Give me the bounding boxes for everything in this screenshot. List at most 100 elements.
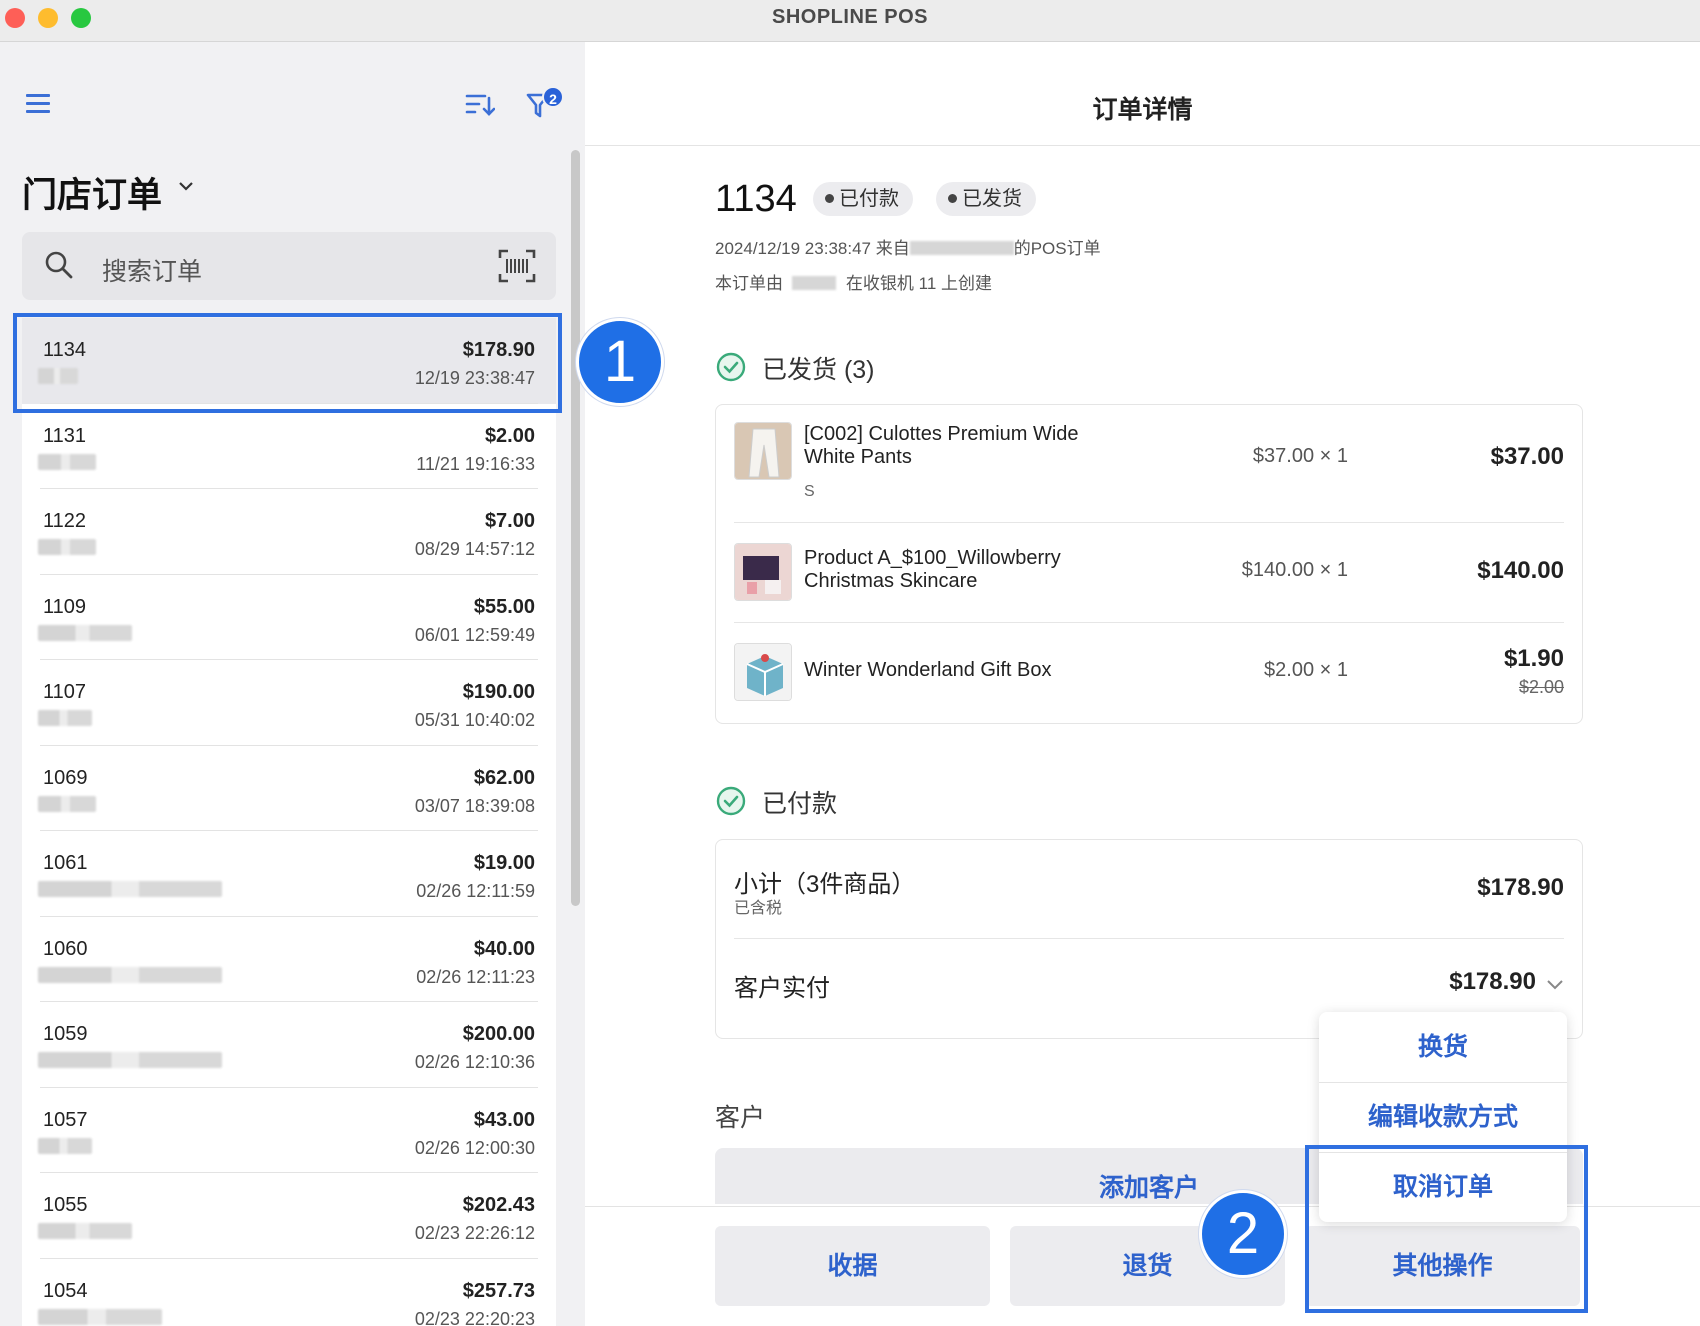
order-number: 1069 [43,766,88,789]
search-order-field[interactable]: 搜索订单 [22,232,556,300]
order-datetime: 11/21 19:16:33 [416,453,535,474]
product-thumbnail [734,543,792,601]
shipped-status-badge: 已发货 [936,182,1036,216]
check-circle-icon [716,352,746,382]
order-datetime: 08/29 14:57:12 [414,539,535,559]
check-circle-icon [716,786,746,816]
order-number: 1060 [43,937,88,960]
line-item[interactable]: Winter Wonderland Gift Box $2.00 × 1 $1.… [734,623,1564,723]
shipped-section-title: 已发货 (3) [762,356,875,384]
order-amount: $257.73 [462,1279,535,1302]
line-item[interactable]: [C002] Culottes Premium Wide White Pants… [734,405,1564,523]
customer-paid-value[interactable]: $178.90 [1449,968,1536,996]
order-creator-line: 本订单由 在收银机 11 上创建 [715,269,992,294]
order-row[interactable]: 1055 $202.43 02/23 22:26:12 [22,1173,556,1259]
order-creator-prefix: 本订单由 [715,274,783,293]
orders-sidebar: 2 门店订单 搜索订单 1134 $178.90 12/19 23:38:47 [0,42,585,1326]
order-row[interactable]: 1109 $55.00 06/01 12:59:49 [22,574,556,660]
order-list-scrollbar[interactable] [571,150,580,906]
item-unit-qty: $2.00 × 1 [1264,659,1348,681]
paid-status-badge: 已付款 [813,182,913,216]
shipped-items-card: [C002] Culottes Premium Wide White Pants… [715,404,1583,724]
menu-icon[interactable] [26,94,50,114]
item-total: $1.90 [1503,645,1564,672]
product-thumbnail [734,422,792,480]
order-amount: $55.00 [473,595,535,618]
order-datetime: 02/26 12:10:36 [414,1052,535,1072]
line-item[interactable]: Product A_$100_Willowberry Christmas Ski… [734,523,1564,623]
redacted-customer [38,795,96,812]
order-list: 1134 $178.90 12/19 23:38:47 1131 $2.00 1… [22,318,556,1326]
step-2-badge: 2 [1199,1190,1287,1278]
order-row[interactable]: 1069 $62.00 03/07 18:39:08 [22,745,556,831]
order-number: 1131 [43,424,87,447]
order-source-prefix: 2024/12/19 23:38:47 来自 [715,239,910,258]
item-unit-qty: $140.00 × 1 [1241,559,1348,581]
order-amount: $202.43 [462,1194,535,1216]
order-datetime: 02/26 12:11:23 [416,966,535,987]
order-datetime: 03/07 18:39:08 [414,795,535,816]
order-row[interactable]: 1057 $43.00 02/26 12:00:30 [22,1087,556,1173]
redacted-customer [38,1308,162,1325]
redacted-customer [38,453,96,470]
order-number: 1107 [43,681,87,703]
chevron-down-icon[interactable] [1546,978,1564,990]
item-unit-qty: $37.00 × 1 [1252,445,1348,467]
order-row[interactable]: 1060 $40.00 02/26 12:11:23 [22,916,556,1002]
order-amount: $7.00 [484,510,535,532]
receipt-button[interactable]: 收据 [715,1226,990,1306]
order-amount: $200.00 [462,1023,535,1045]
step-1-badge: 1 [576,318,664,406]
detail-header: 订单详情 [585,42,1700,146]
store-orders-title[interactable]: 门店订单 [22,167,162,218]
window-titlebar: SHOPLINE POS [0,0,1700,42]
order-row[interactable]: 1054 $257.73 02/23 22:20:23 [22,1258,556,1326]
order-number: 1054 [43,1279,88,1302]
redacted-customer [38,1052,222,1068]
selected-order-highlight [13,313,562,413]
barcode-scan-icon[interactable] [498,249,536,283]
order-amount: $40.00 [473,937,535,960]
order-source-line: 2024/12/19 23:38:47 来自 的POS订单 [715,234,1101,259]
item-variant: S [804,483,815,500]
filter-count-badge: 2 [542,86,564,108]
redacted-customer [38,624,132,641]
payment-card: 小计（3件商品） 已含税 $178.90 客户实付 $178.90 [715,839,1583,1039]
order-amount: $62.00 [473,766,535,789]
order-creator-suffix: 在收银机 11 上创建 [845,274,992,293]
order-datetime: 02/23 22:26:12 [414,1223,535,1243]
customer-section-title: 客户 [715,1104,766,1132]
order-number: 1055 [43,1194,88,1216]
order-row[interactable]: 1122 $7.00 08/29 14:57:12 [22,489,556,575]
subtotal-value: $178.90 [1477,874,1564,901]
order-row[interactable]: 1107 $190.00 05/31 10:40:02 [22,660,556,746]
item-name: [C002] Culottes Premium Wide White Pants [804,423,1079,468]
order-number: 1122 [43,510,87,532]
search-placeholder: 搜索订单 [102,258,203,286]
order-row[interactable]: 1131 $2.00 11/21 19:16:33 [22,403,556,489]
item-original-price: $2.00 [1518,677,1564,697]
sort-icon[interactable] [465,92,495,118]
item-total: $140.00 [1477,557,1564,584]
search-icon [45,251,73,279]
detail-title: 订单详情 [1092,96,1193,124]
redacted-store [909,241,1014,255]
redacted-customer [38,881,222,897]
cancel-order-highlight [1305,1145,1588,1313]
order-datetime: 02/26 12:00:30 [414,1137,535,1158]
order-datetime: 02/26 12:11:59 [416,881,535,901]
order-row[interactable]: 1061 $19.00 02/26 12:11:59 [22,831,556,917]
redacted-customer [38,1137,92,1154]
app-title: SHOPLINE POS [771,6,929,28]
chevron-down-icon[interactable] [178,180,194,192]
menu-item-edit-payment[interactable]: 编辑收款方式 [1319,1082,1567,1152]
order-number: 1061 [43,852,88,874]
item-name: Winter Wonderland Gift Box [804,659,1052,681]
order-number: 1059 [43,1023,88,1045]
order-datetime: 05/31 10:40:02 [414,710,535,730]
customer-paid-label: 客户实付 [734,975,830,1002]
menu-item-exchange[interactable]: 换货 [1319,1012,1567,1082]
redacted-customer [38,539,96,555]
order-datetime: 06/01 12:59:49 [414,624,535,645]
order-row[interactable]: 1059 $200.00 02/26 12:10:36 [22,1002,556,1088]
